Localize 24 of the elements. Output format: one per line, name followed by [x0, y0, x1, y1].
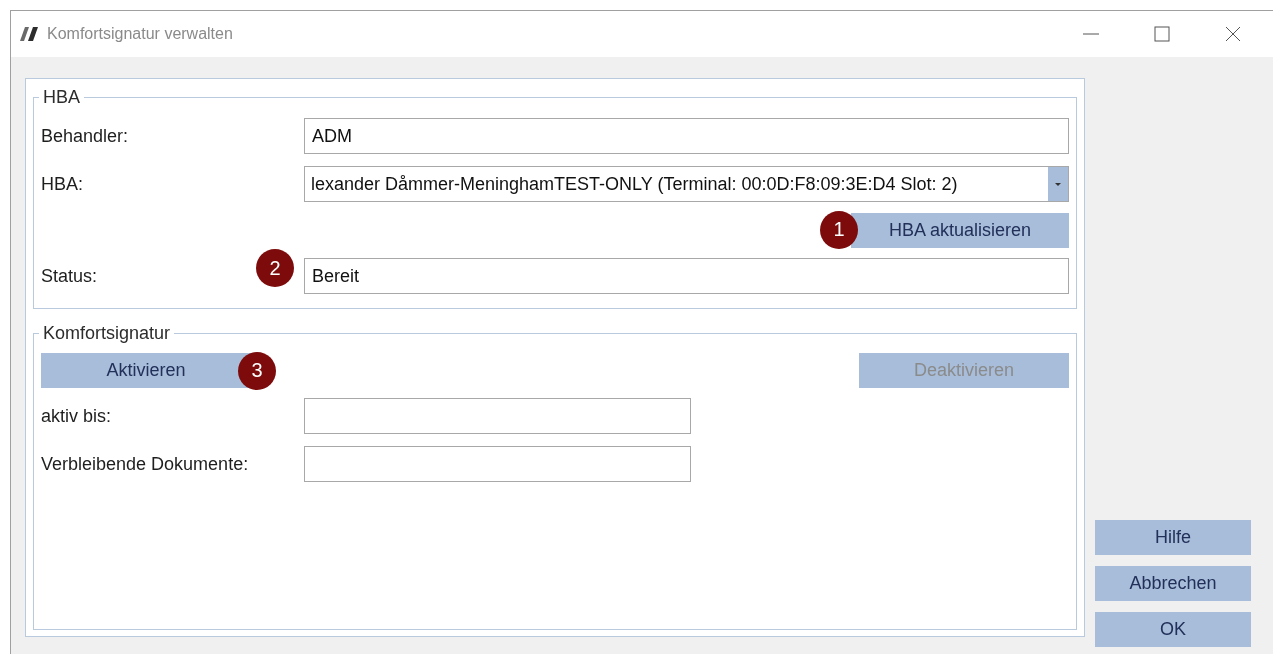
maximize-icon[interactable]	[1152, 24, 1172, 44]
app-logo-icon	[20, 27, 38, 41]
window-title: Komfortsignatur verwalten	[47, 25, 234, 43]
field-label: HBA:	[41, 173, 83, 195]
activate-button[interactable]: Aktivieren	[41, 352, 251, 388]
step-number-badge: 1	[820, 210, 858, 249]
field-label: Behandler:	[41, 125, 129, 147]
remaining-documents-field[interactable]	[304, 446, 691, 482]
close-icon[interactable]	[1223, 24, 1243, 44]
dialog-button[interactable]: OK	[1095, 612, 1251, 647]
hba-dropdown[interactable]: lexander Dåmmer-MeninghamTEST-ONLY (Terminal: 00:0D:F8:09:3E:D4 Slot: 2)	[304, 166, 1069, 202]
field-label: Verbleibende Dokumente:	[41, 453, 249, 475]
status-field[interactable]: Bereit	[304, 258, 1069, 294]
aktiv-bis-field[interactable]	[304, 398, 691, 434]
step-number-badge: 2	[256, 249, 294, 287]
group-title: Komfortsignatur	[42, 323, 172, 344]
step-number-badge: 3	[238, 351, 276, 390]
group-title: HBA	[42, 87, 81, 108]
behandler-field[interactable]: ADM	[304, 118, 1069, 154]
refresh-button[interactable]: HBA aktualisieren	[851, 212, 1069, 248]
dialog-button[interactable]: Abbrechen	[1095, 566, 1251, 601]
dialog-button[interactable]: Hilfe	[1095, 520, 1251, 555]
field-label: Status:	[41, 265, 98, 287]
field-label: aktiv bis:	[41, 405, 112, 427]
